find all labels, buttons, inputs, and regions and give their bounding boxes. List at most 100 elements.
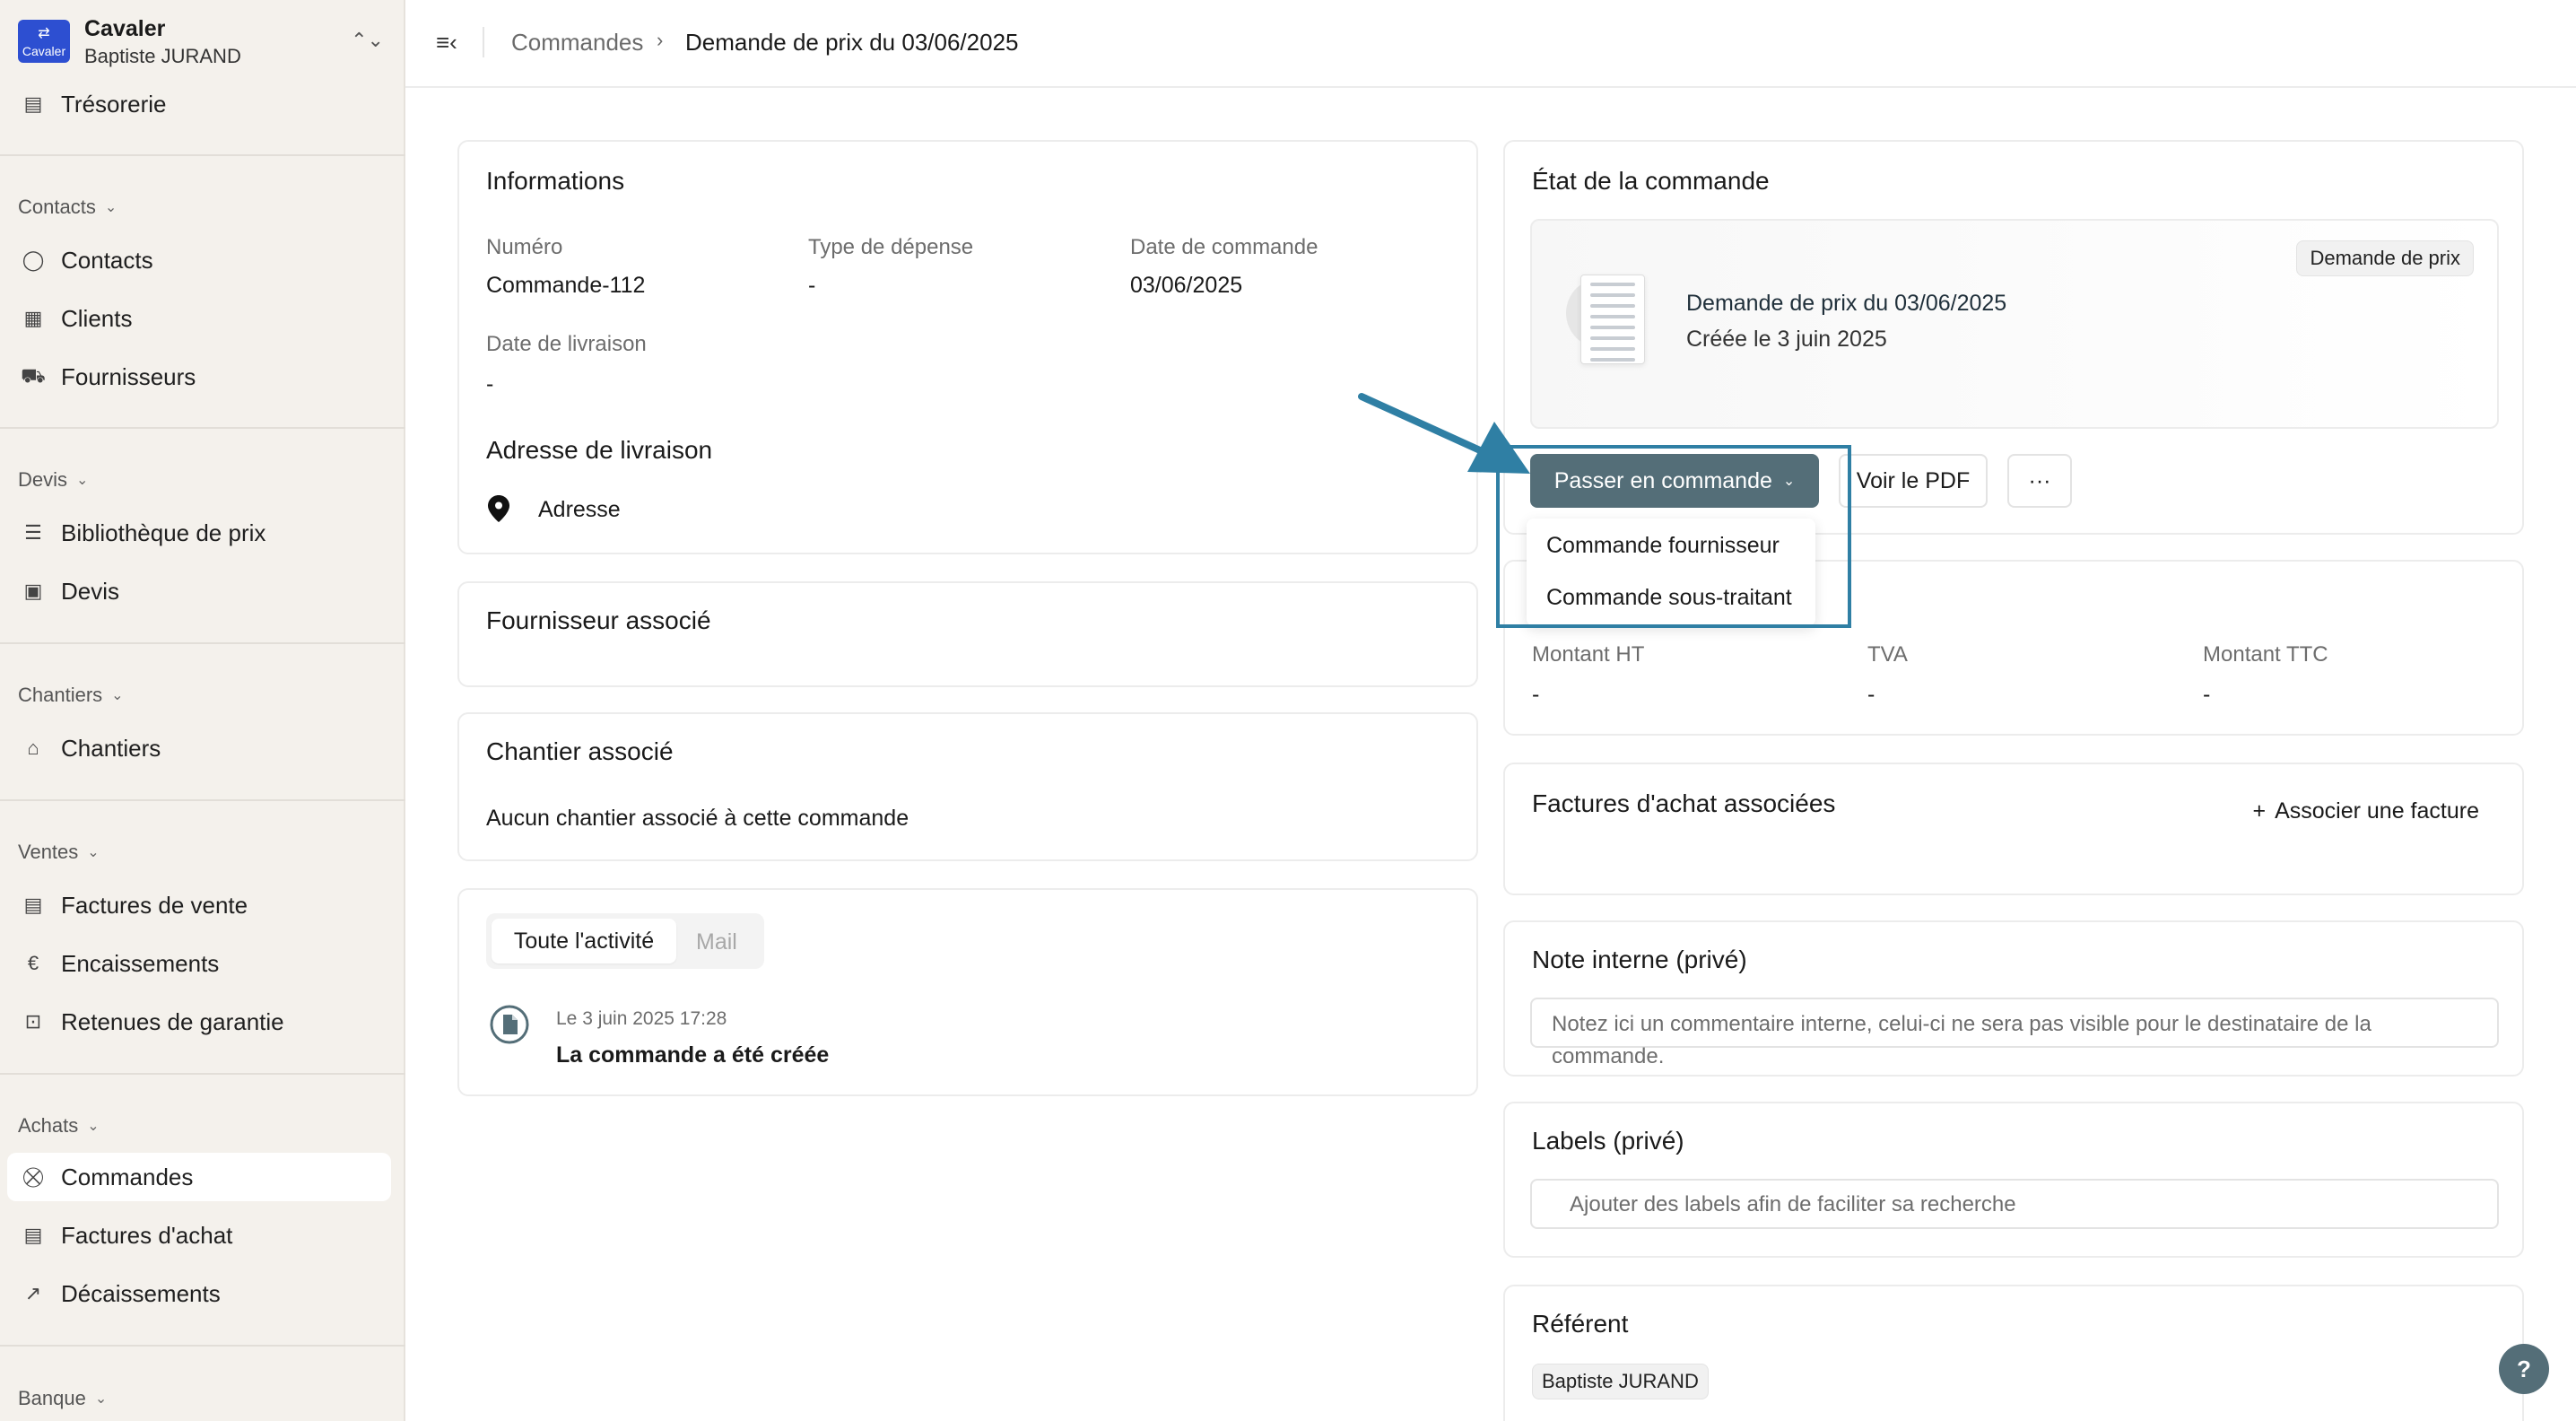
document-title: Demande de prix du 03/06/2025 <box>1686 291 2007 316</box>
sidebar-item-tresorerie[interactable]: ▤ Trésorerie <box>7 80 391 128</box>
sidebar-item-chantiers[interactable]: ⌂ Chantiers <box>7 724 391 772</box>
top-bar: ≡‹ Commandes › Demande de prix du 03/06/… <box>405 0 2576 88</box>
date-commande-value: 03/06/2025 <box>1130 273 1243 298</box>
date-commande-label: Date de commande <box>1130 235 1318 259</box>
chantier-card: Chantier associé Aucun chantier associé … <box>457 712 1478 861</box>
chevron-down-icon: ⌄ <box>76 473 89 488</box>
sidebar-item-bibliotheque[interactable]: ☰ Bibliothèque de prix <box>7 509 391 557</box>
document-icon <box>490 1005 529 1049</box>
sidebar-item-commandes[interactable]: ⛒ Commandes <box>7 1153 391 1201</box>
help-button[interactable]: ? <box>2499 1344 2549 1394</box>
informations-title: Informations <box>486 167 625 195</box>
section-banque[interactable]: Banque ⌄ <box>18 1387 107 1410</box>
user-icon: ◯ <box>22 248 45 271</box>
user-name: Baptiste JURAND <box>84 45 241 67</box>
sidebar-item-fournisseurs[interactable]: ⛟ Fournisseurs <box>7 353 391 401</box>
associer-facture-button[interactable]: + Associer une facture <box>2252 798 2479 824</box>
etat-title: État de la commande <box>1532 167 1770 195</box>
lock-icon: ⊡ <box>24 1010 42 1033</box>
note-interne-textarea[interactable]: Notez ici un commentaire interne, celui-… <box>1530 998 2499 1068</box>
numero-value: Commande-112 <box>486 273 646 298</box>
chevron-down-icon: ⌄ <box>104 200 117 215</box>
activity-tabs: Toute l'activité Mail <box>486 913 764 969</box>
sidebar-item-factures-vente[interactable]: ▤ Factures de vente <box>7 881 391 929</box>
sidebar-divider <box>0 1073 405 1075</box>
invoice-icon: ▤ <box>23 894 43 916</box>
chevron-down-icon: ⌄ <box>94 1391 108 1407</box>
section-chantiers[interactable]: Chantiers ⌄ <box>18 684 124 707</box>
document-preview[interactable]: Demande de prix Demande de prix du 03/06… <box>1530 219 2499 429</box>
annotation-arrow-icon <box>1358 393 1530 474</box>
type-depense-value: - <box>808 273 816 298</box>
chevron-down-icon: ⌄ <box>87 845 100 860</box>
document-subtitle: Créée le 3 juin 2025 <box>1686 327 1887 352</box>
company-switcher[interactable]: ⇄ Cavaler Cavaler Baptiste JURAND ⌃⌄ <box>18 16 395 72</box>
adresse-livraison-title: Adresse de livraison <box>486 436 713 464</box>
euro-icon: € <box>27 952 39 974</box>
section-contacts[interactable]: Contacts ⌄ <box>18 196 117 219</box>
library-icon: ☰ <box>24 521 42 544</box>
factures-card: Factures d'achat associées + Associer une… <box>1503 763 2524 895</box>
sidebar-item-clients[interactable]: ▦ Clients <box>7 294 391 343</box>
montant-ttc-value: - <box>2203 682 2211 707</box>
chantier-title: Chantier associé <box>486 737 674 765</box>
voir-pdf-button[interactable]: Voir le PDF <box>1839 454 1988 508</box>
tab-mail[interactable]: Mail <box>696 929 737 955</box>
sidebar-divider <box>0 154 405 156</box>
section-devis[interactable]: Devis ⌄ <box>18 468 88 492</box>
section-achats[interactable]: Achats ⌄ <box>18 1114 100 1138</box>
date-livraison-value: - <box>486 371 494 397</box>
section-ventes[interactable]: Ventes ⌄ <box>18 841 100 864</box>
tva-label: TVA <box>1867 642 1908 667</box>
topbar-divider <box>483 27 484 57</box>
breadcrumb-current: Demande de prix du 03/06/2025 <box>685 29 1019 56</box>
truck-icon: ⛟ <box>21 363 46 387</box>
sidebar-item-factures-achat[interactable]: ▤ Factures d'achat <box>7 1211 391 1260</box>
chevron-updown-icon[interactable]: ⌃⌄ <box>351 29 384 52</box>
adresse-value[interactable]: Adresse <box>538 497 621 523</box>
collapse-sidebar-icon[interactable]: ≡‹ <box>436 29 457 57</box>
type-depense-label: Type de dépense <box>808 235 974 259</box>
montant-ht-value: - <box>1532 682 1540 707</box>
status-badge: Demande de prix <box>2296 240 2474 276</box>
referent-chip[interactable]: Baptiste JURAND <box>1532 1364 1709 1399</box>
montant-ttc-label: Montant TTC <box>2203 642 2328 667</box>
referent-card: Référent Baptiste JURAND <box>1503 1285 2524 1421</box>
fournisseur-card: Fournisseur associé <box>457 581 1478 687</box>
activity-time: Le 3 juin 2025 17:28 <box>556 1008 727 1029</box>
montant-ht-label: Montant HT <box>1532 642 1645 667</box>
chantier-empty-text: Aucun chantier associé à cette commande <box>486 806 909 831</box>
numero-label: Numéro <box>486 235 563 259</box>
highlight-box <box>1496 445 1851 628</box>
plus-icon: + <box>2252 798 2267 824</box>
tab-toute-activite[interactable]: Toute l'activité <box>492 919 676 963</box>
sidebar-item-devis[interactable]: ▣ Devis <box>7 567 391 615</box>
chevron-down-icon: ⌄ <box>111 688 124 703</box>
tva-value: - <box>1867 682 1875 707</box>
chart-icon: ▤ <box>23 92 43 115</box>
location-pin-icon <box>488 495 509 527</box>
note-title: Note interne (privé) <box>1532 946 1747 973</box>
sidebar: ⇄ Cavaler Cavaler Baptiste JURAND ⌃⌄ ▤ Tr… <box>0 0 405 1421</box>
sidebar-item-contacts[interactable]: ◯ Contacts <box>7 236 391 284</box>
arrow-up-right-icon: ↗ <box>24 1282 42 1304</box>
company-logo: ⇄ Cavaler <box>18 20 70 63</box>
more-options-button[interactable]: ··· <box>2007 454 2072 508</box>
sidebar-item-encaissements[interactable]: € Encaissements <box>7 939 391 988</box>
building-icon: ▦ <box>23 307 43 329</box>
referent-title: Référent <box>1532 1310 1629 1338</box>
activity-text: La commande a été créée <box>556 1042 830 1068</box>
breadcrumb-separator: › <box>657 29 664 51</box>
labels-title: Labels (privé) <box>1532 1127 1684 1155</box>
breadcrumb-commandes[interactable]: Commandes <box>511 29 643 57</box>
company-name: Cavaler <box>84 16 166 41</box>
sidebar-divider <box>0 1345 405 1347</box>
sidebar-item-decaissements[interactable]: ↗ Décaissements <box>7 1269 391 1318</box>
sidebar-divider <box>0 642 405 644</box>
chevron-down-icon: ⌄ <box>87 1119 100 1134</box>
fournisseur-title: Fournisseur associé <box>486 606 711 634</box>
sidebar-divider <box>0 427 405 429</box>
informations-card: Informations Numéro Commande-112 Type de… <box>457 140 1478 554</box>
labels-input[interactable]: Ajouter des labels afin de faciliter sa … <box>1530 1179 2499 1229</box>
sidebar-item-retenues[interactable]: ⊡ Retenues de garantie <box>7 998 391 1046</box>
